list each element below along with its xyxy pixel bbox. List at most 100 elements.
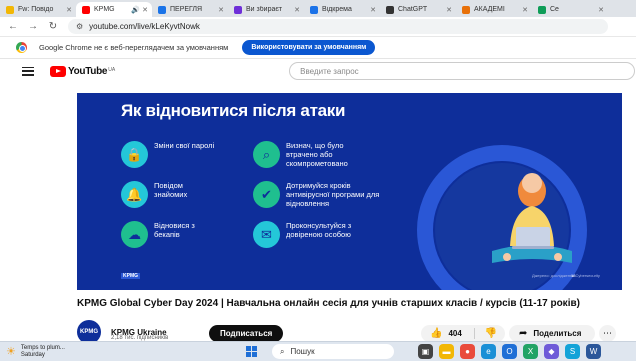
menu-icon[interactable] (22, 66, 34, 76)
browser-tab[interactable]: Fw: Повідо ✕ (0, 2, 76, 17)
tab-title: ChatGPT (398, 6, 428, 13)
tab-close-icon[interactable]: ✕ (446, 6, 452, 14)
set-default-button[interactable]: Використовувати за умовчанням (242, 40, 376, 55)
shield-check-icon: ✔ (253, 181, 280, 208)
share-label: Поделиться (533, 329, 582, 338)
weather-line-2: Saturday (20, 351, 45, 358)
tab-close-icon[interactable]: ✕ (598, 6, 604, 14)
more-actions-icon[interactable]: ⋯ (599, 325, 616, 342)
back-icon[interactable]: ← (6, 21, 20, 32)
tab-favicon-icon (158, 5, 166, 14)
country-code: UA (108, 66, 116, 73)
dislike-icon[interactable]: 👎 (485, 328, 497, 339)
weather-text: Temps to plum... Saturday (21, 345, 65, 359)
subscribe-button[interactable]: Подписаться (209, 325, 284, 342)
weather-line-1: Temps to plum... (20, 344, 65, 351)
chrome-logo-icon (16, 42, 27, 53)
search-input[interactable]: Введите запрос (289, 62, 636, 80)
youtube-wordmark: YouTube (68, 65, 108, 77)
address-bar[interactable]: ⚙ youtube.com/live/kLeKyvtNowk (68, 19, 608, 34)
address-toolbar: ← → ↻ ⚙ youtube.com/live/kLeKyvtNowk (0, 17, 636, 37)
youtube-header: YouTube UA Введите запрос (0, 59, 636, 83)
taskbar-search-label: Пошук (290, 347, 315, 356)
browser-tab[interactable]: ПЕРЕГЛЯ ✕ (152, 2, 228, 17)
windows-start-icon[interactable] (246, 346, 257, 357)
site-info-icon[interactable]: ⚙ (76, 22, 83, 31)
like-count: 404 (448, 329, 462, 338)
address-url: youtube.com/live/kLeKyvtNowk (89, 22, 200, 31)
skype-taskbar-icon[interactable]: S (565, 344, 580, 359)
tab-close-icon[interactable]: ✕ (142, 6, 148, 14)
tab-title: Відкрема (322, 6, 352, 13)
word-taskbar-icon[interactable]: W (586, 344, 601, 359)
default-browser-infobar: Google Chrome не є веб-переглядачем за у… (0, 37, 636, 59)
app-taskbar-icon[interactable]: ◆ (544, 344, 559, 359)
like-icon[interactable]: 👍 (430, 328, 442, 339)
video-player[interactable]: Як відновитися після атаки 🔒 Зміни свої … (77, 93, 622, 290)
infobar-text: Google Chrome не є веб-переглядачем за у… (39, 43, 229, 52)
browser-tab[interactable]: АКАДЕМІ ✕ (456, 2, 532, 17)
forward-icon[interactable]: → (26, 21, 40, 32)
file-explorer-icon[interactable]: ▬ (439, 344, 454, 359)
tab-close-icon[interactable]: ✕ (218, 6, 224, 14)
like-dislike-group: 👍 404 👎 (421, 325, 505, 342)
tip-restore-backups: ☁ Відновися з бекапів (121, 221, 214, 248)
taskbar-search-icon: ⌕ (280, 346, 285, 356)
tip-antivirus-steps: ✔ Дотримуйся кроків антивірусної програм… (253, 181, 386, 208)
browser-tab[interactable]: Ви збираєт ✕ (228, 2, 304, 17)
weather-sun-icon: ☀ (6, 346, 16, 358)
tab-title: Се (550, 6, 559, 13)
excel-taskbar-icon[interactable]: X (523, 344, 538, 359)
tab-close-icon[interactable]: ✕ (294, 6, 300, 14)
tip-notify-contacts: 🔔 Повідом знайомих (121, 181, 214, 208)
tab-favicon-icon (234, 5, 242, 14)
like-divider (473, 328, 475, 339)
task-view-icon[interactable]: ▣ (418, 344, 433, 359)
slide-title: Як відновитися після атаки (121, 101, 346, 120)
tab-title: Ви збираєт (246, 6, 283, 13)
lock-icon: 🔒 (121, 141, 148, 168)
windows-taskbar: ☀ Temps to plum... Saturday ⌕ Пошук ▣ ▬ … (0, 341, 636, 361)
browser-tab[interactable]: Се ✕ (532, 2, 608, 17)
reload-icon[interactable]: ↻ (46, 21, 60, 32)
chat-icon: ✉ (253, 221, 280, 248)
chrome-taskbar-icon[interactable]: ● (460, 344, 475, 359)
magnifier-icon: ⌕ (253, 141, 280, 168)
search-placeholder: Введите запрос (300, 66, 359, 76)
youtube-logo[interactable]: YouTube UA (50, 65, 116, 77)
weather-widget[interactable]: ☀ Temps to plum... Saturday (6, 345, 65, 359)
browser-tab[interactable]: ChatGPT ✕ (380, 2, 456, 17)
browser-tab[interactable]: Відкрема ✕ (304, 2, 380, 17)
taskbar-pinned-apps: ▣ ▬ ● e O X ◆ S W (418, 344, 601, 359)
tab-favicon-icon (462, 5, 470, 14)
edge-taskbar-icon[interactable]: e (481, 344, 496, 359)
tab-audio-icon[interactable]: 🔊 (131, 6, 140, 14)
tip-consult-trusted: ✉ Проконсультуйся з довіреною особою (253, 221, 386, 248)
tab-close-icon[interactable]: ✕ (522, 6, 528, 14)
tab-favicon-icon (82, 5, 90, 14)
share-icon: ➦ (519, 328, 528, 339)
cloud-user-icon: ☁ (121, 221, 148, 248)
bell-icon: 🔔 (121, 181, 148, 208)
tip-identify-losses: ⌕ Визнач, що було втрачено або скомпроме… (253, 141, 376, 168)
tab-title: Fw: Повідо (18, 6, 54, 13)
tab-close-icon[interactable]: ✕ (66, 6, 72, 14)
slide-source-note: Джерело: дослідження Cybersecurity (532, 273, 600, 278)
tab-favicon-icon (538, 5, 546, 14)
share-button[interactable]: ➦ Поделиться (509, 325, 595, 342)
browser-tab[interactable]: KPMG 🔊 ✕ (76, 2, 152, 17)
taskbar-search[interactable]: ⌕ Пошук (272, 344, 394, 359)
tab-favicon-icon (386, 5, 394, 14)
tab-favicon-icon (310, 5, 318, 14)
video-title: KPMG Global Cyber Day 2024 | Навчальна о… (77, 298, 580, 309)
browser-tab-strip: Fw: Повідо ✕ KPMG 🔊 ✕ ПЕРЕГЛЯ ✕ Ви збираєт ✕ Відк… (0, 0, 636, 17)
channel-row: KPMG KPMG Ukraine 2,18 тис. підписників … (77, 320, 622, 344)
tab-title: ПЕРЕГЛЯ (170, 6, 203, 13)
kpmg-small-logo: KPMG (121, 273, 140, 279)
tab-title: АКАДЕМІ (474, 6, 505, 13)
tip-change-passwords: 🔒 Зміни свої паролі (121, 141, 224, 168)
tab-title: KPMG (94, 6, 115, 13)
tab-favicon-icon (6, 5, 14, 14)
tab-close-icon[interactable]: ✕ (370, 6, 376, 14)
outlook-taskbar-icon[interactable]: O (502, 344, 517, 359)
